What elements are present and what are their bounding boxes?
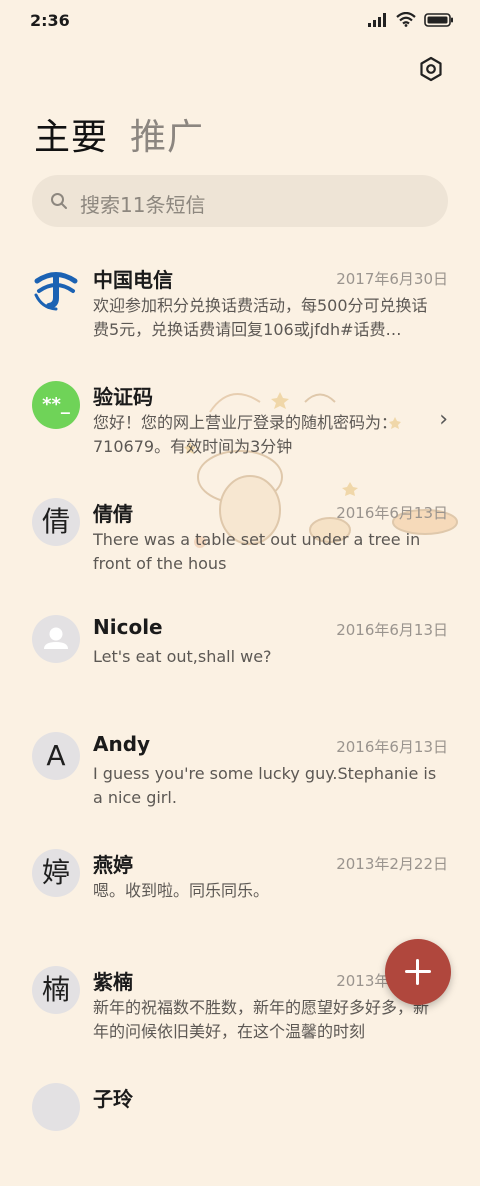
contact-name: 紫楠: [93, 970, 133, 994]
search-icon: [51, 193, 67, 209]
message-preview: I guess you're some lucky guy.Stephanie …: [93, 764, 437, 807]
tab-bar: 主要 推广: [34, 108, 204, 160]
avatar: 倩: [32, 498, 80, 546]
person-icon: [44, 627, 68, 649]
contact-name: 中国电信: [93, 268, 173, 292]
avatar: A: [32, 732, 80, 780]
avatar: 楠: [32, 966, 80, 1014]
contact-name: 验证码: [93, 385, 153, 409]
settings-button[interactable]: [418, 56, 444, 82]
tab-promotions[interactable]: 推广: [130, 108, 204, 160]
message-preview: There was a table set out under a tree i…: [93, 530, 421, 573]
message-preview: 欢迎参加积分兑换话费活动，每500分可兑换话费5元，兑换话费请回复106或jfd…: [93, 296, 428, 339]
message-preview: Let's eat out,shall we?: [93, 647, 272, 666]
avatar: [32, 264, 80, 312]
message-list: 中国电信 2017年6月30日 欢迎参加积分兑换话费活动，每500分可兑换话费5…: [0, 250, 480, 1186]
contact-name: 倩倩: [93, 502, 133, 526]
chevron-right-icon[interactable]: ›: [439, 407, 448, 432]
status-bar: 2:36: [0, 0, 480, 42]
contact-name: 子玲: [93, 1087, 133, 1111]
avatar: [32, 615, 80, 663]
message-row[interactable]: **_ 验证码 您好！您的网上营业厅登录的随机密码为：710679。有效时间为3…: [0, 367, 480, 484]
message-row[interactable]: 子玲: [0, 1069, 480, 1186]
message-date: 2013年2月22日: [336, 855, 448, 873]
battery-icon: [424, 12, 453, 27]
avatar: 婷: [32, 849, 80, 897]
message-date: 2017年6月30日: [336, 270, 448, 288]
contact-name: Nicole: [93, 615, 163, 639]
message-date: 2016年6月13日: [336, 738, 448, 756]
status-time: 2:36: [30, 11, 70, 30]
search-placeholder: 搜索11条短信: [80, 193, 206, 217]
signal-icon: [368, 12, 386, 27]
new-message-button[interactable]: [385, 939, 451, 1005]
contact-name: Andy: [93, 732, 151, 756]
avatar: [32, 1083, 80, 1131]
contact-name: 燕婷: [93, 853, 133, 877]
message-preview: 新年的祝福数不胜数，新年的愿望好多好多，新年的问候依旧美好，在这个温馨的时刻: [93, 998, 430, 1041]
gear-icon: [420, 56, 442, 82]
message-date: 2016年6月13日: [336, 504, 448, 522]
message-row[interactable]: A Andy 2016年6月13日 I guess you're some lu…: [0, 718, 480, 835]
message-row[interactable]: 倩 倩倩 2016年6月13日 There was a table set ou…: [0, 484, 480, 601]
china-telecom-logo: [34, 272, 78, 311]
message-row[interactable]: 中国电信 2017年6月30日 欢迎参加积分兑换话费活动，每500分可兑换话费5…: [0, 250, 480, 367]
wifi-icon: [396, 12, 416, 27]
message-preview: 您好！您的网上营业厅登录的随机密码为：710679。有效时间为3分钟: [93, 413, 398, 456]
status-icons: [368, 12, 454, 27]
tab-primary[interactable]: 主要: [34, 108, 108, 160]
message-date: 2016年6月13日: [336, 621, 448, 639]
message-row[interactable]: 婷 燕婷 2013年2月22日 嗯。收到啦。同乐同乐。: [0, 835, 480, 952]
message-row[interactable]: Nicole 2016年6月13日 Let's eat out,shall we…: [0, 601, 480, 718]
message-preview: 嗯。收到啦。同乐同乐。: [93, 881, 270, 900]
search-bar[interactable]: 搜索11条短信: [32, 175, 448, 227]
avatar: **_: [32, 381, 80, 429]
